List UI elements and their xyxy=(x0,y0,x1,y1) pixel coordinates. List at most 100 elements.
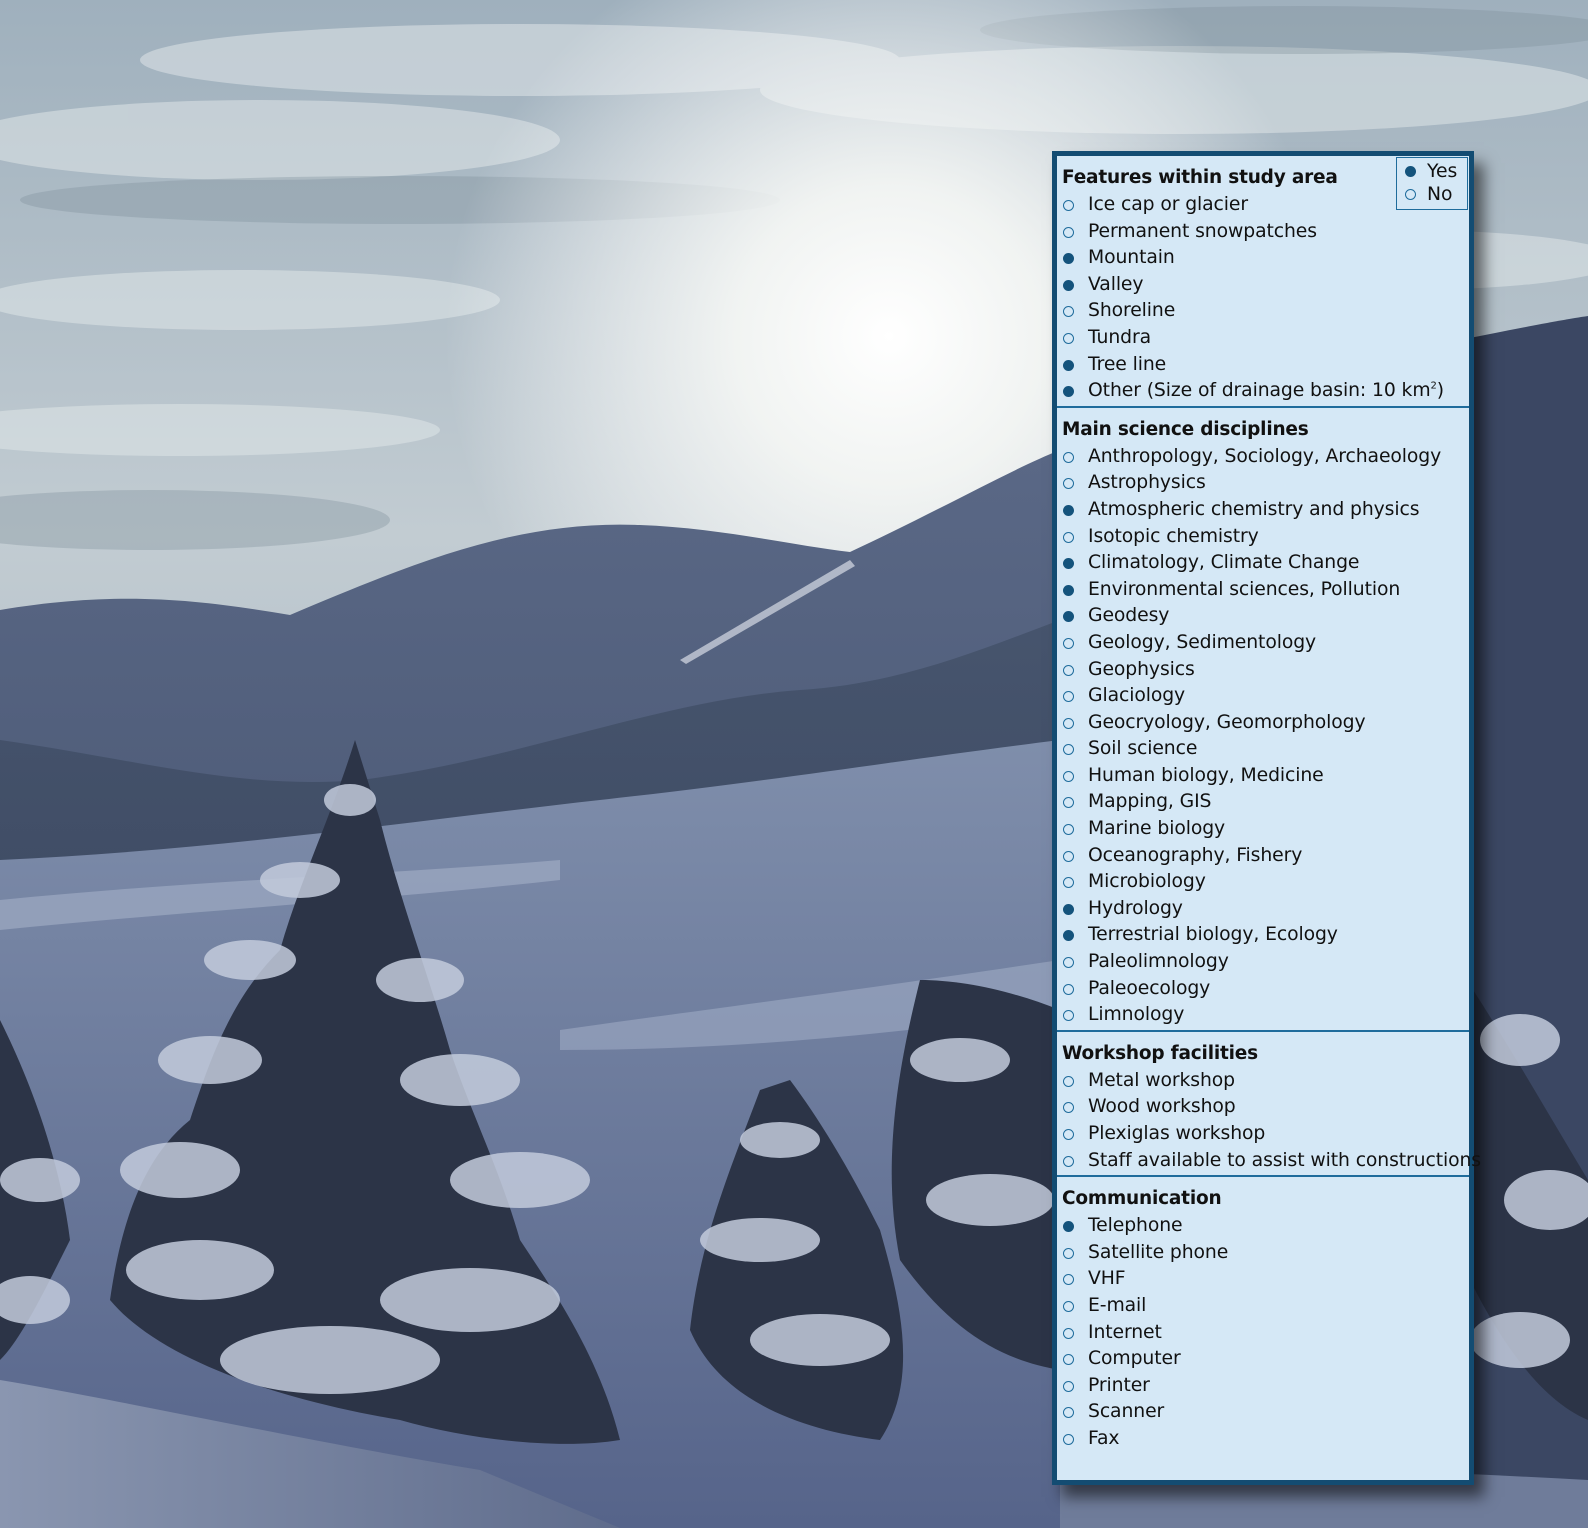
list-item: E-mail xyxy=(1057,1293,1469,1320)
filled-dot-icon xyxy=(1063,930,1074,942)
item-list: Anthropology, Sociology, Archaeology Astr… xyxy=(1057,444,1469,1029)
item-label: Fax xyxy=(1088,1427,1120,1449)
item-label: Mapping, GIS xyxy=(1088,791,1212,813)
hollow-dot-icon xyxy=(1063,1274,1074,1286)
section: Main science disciplines Anthropology, So… xyxy=(1057,408,1469,1032)
item-label: Shoreline xyxy=(1088,300,1176,322)
section: Workshop facilities Metal workshop Wood wo… xyxy=(1057,1032,1481,1178)
item-label: Geodesy xyxy=(1088,605,1170,627)
list-item: Climatology, Climate Change xyxy=(1057,550,1469,577)
list-item: Printer xyxy=(1057,1373,1469,1400)
hollow-dot-icon xyxy=(1063,691,1074,703)
item-label: Terrestrial biology, Ecology xyxy=(1088,924,1338,946)
list-item: Marine biology xyxy=(1057,816,1469,843)
list-item: Internet xyxy=(1057,1320,1469,1347)
list-item: Scanner xyxy=(1057,1399,1469,1426)
filled-dot-icon xyxy=(1063,584,1074,596)
list-item: Microbiology xyxy=(1057,869,1469,896)
item-list: Telephone Satellite phone VHF E-mail Interne… xyxy=(1057,1213,1469,1452)
item-label: Climatology, Climate Change xyxy=(1088,552,1360,574)
list-item: Hydrology xyxy=(1057,896,1469,923)
hollow-dot-icon xyxy=(1063,226,1074,238)
item-label: Paleoecology xyxy=(1088,977,1211,999)
item-label: Marine biology xyxy=(1088,818,1226,840)
list-item: Ice cap or glacier xyxy=(1057,192,1469,219)
item-list: Ice cap or glacier Permanent snowpatches M… xyxy=(1057,192,1469,405)
hollow-dot-icon xyxy=(1063,983,1074,995)
list-item: Staff available to assist with construct… xyxy=(1057,1148,1481,1175)
hollow-dot-icon xyxy=(1063,824,1074,836)
item-label: Permanent snowpatches xyxy=(1088,220,1317,242)
item-label: Plexiglas workshop xyxy=(1088,1123,1266,1144)
hollow-dot-icon xyxy=(1063,1433,1074,1445)
item-label: Internet xyxy=(1088,1321,1162,1343)
list-item: Environmental sciences, Pollution xyxy=(1057,577,1469,604)
list-item: Geology, Sedimentology xyxy=(1057,630,1469,657)
list-item: Astrophysics xyxy=(1057,470,1469,497)
item-label: Soil science xyxy=(1088,738,1198,760)
item-label: Satellite phone xyxy=(1088,1241,1229,1263)
list-item: Mapping, GIS xyxy=(1057,789,1469,816)
list-item: Atmospheric chemistry and physics xyxy=(1057,497,1469,524)
item-label: Tree line xyxy=(1088,353,1167,375)
hollow-dot-icon xyxy=(1063,1155,1074,1167)
item-label: Valley xyxy=(1088,273,1144,295)
list-item: Satellite phone xyxy=(1057,1240,1469,1267)
item-label: Hydrology xyxy=(1088,897,1183,919)
list-item: Human biology, Medicine xyxy=(1057,763,1469,790)
list-item: Telephone xyxy=(1057,1213,1469,1240)
hollow-dot-icon xyxy=(1063,877,1074,889)
item-label: Telephone xyxy=(1088,1215,1183,1237)
item-label: Human biology, Medicine xyxy=(1088,764,1324,786)
list-item: Paleoecology xyxy=(1057,976,1469,1003)
list-item: VHF xyxy=(1057,1266,1469,1293)
hollow-dot-icon xyxy=(1063,306,1074,318)
list-item: Geodesy xyxy=(1057,603,1469,630)
item-label: Paleolimnology xyxy=(1088,951,1229,973)
hollow-dot-icon xyxy=(1063,957,1074,969)
hollow-dot-icon xyxy=(1063,850,1074,862)
item-label: E-mail xyxy=(1088,1294,1147,1316)
list-item: Isotopic chemistry xyxy=(1057,524,1469,551)
item-label: Astrophysics xyxy=(1088,472,1206,494)
hollow-dot-icon xyxy=(1063,717,1074,729)
sections-container: Features within study area Ice cap or gla… xyxy=(1057,156,1481,1454)
filled-dot-icon xyxy=(1405,166,1416,177)
hollow-dot-icon xyxy=(1063,478,1074,490)
item-label: Scanner xyxy=(1088,1401,1165,1423)
list-item: Metal workshop xyxy=(1057,1068,1469,1095)
item-label: VHF xyxy=(1088,1268,1126,1290)
list-item: Paleolimnology xyxy=(1057,949,1469,976)
list-item: Computer xyxy=(1057,1346,1469,1373)
filled-dot-icon xyxy=(1063,359,1074,371)
hollow-dot-icon xyxy=(1063,744,1074,756)
list-item: Other (Size of drainage basin: 10 km2) xyxy=(1057,378,1469,405)
list-item: Geocryology, Geomorphology xyxy=(1057,710,1469,737)
item-label: Computer xyxy=(1088,1348,1181,1370)
filled-dot-icon xyxy=(1063,903,1074,915)
hollow-dot-icon xyxy=(1063,1380,1074,1392)
item-label: Isotopic chemistry xyxy=(1088,525,1259,547)
filled-dot-icon xyxy=(1063,279,1074,291)
filled-dot-icon xyxy=(1063,558,1074,570)
list-item: Glaciology xyxy=(1057,683,1469,710)
filled-dot-icon xyxy=(1063,504,1074,516)
filled-dot-icon xyxy=(1063,253,1074,265)
hollow-dot-icon xyxy=(1063,1247,1074,1259)
hollow-dot-icon xyxy=(1063,332,1074,344)
legend-yes-label: Yes xyxy=(1427,161,1458,182)
hollow-dot-icon xyxy=(1063,200,1074,211)
list-item: Tundra xyxy=(1057,325,1469,352)
list-item: Oceanography, Fishery xyxy=(1057,843,1469,870)
list-item: Plexiglas workshop xyxy=(1057,1121,1469,1148)
item-label: Wood workshop xyxy=(1088,1096,1236,1118)
section: Features within study area Ice cap or gla… xyxy=(1057,156,1469,408)
hollow-dot-icon xyxy=(1063,1075,1074,1087)
hollow-dot-icon xyxy=(1063,1327,1074,1339)
hollow-dot-icon xyxy=(1063,1010,1074,1022)
filled-dot-icon xyxy=(1063,611,1074,623)
item-label: Tundra xyxy=(1088,326,1151,348)
list-item: Limnology xyxy=(1057,1002,1469,1029)
hollow-dot-icon xyxy=(1063,637,1074,649)
list-item: Soil science xyxy=(1057,736,1469,763)
